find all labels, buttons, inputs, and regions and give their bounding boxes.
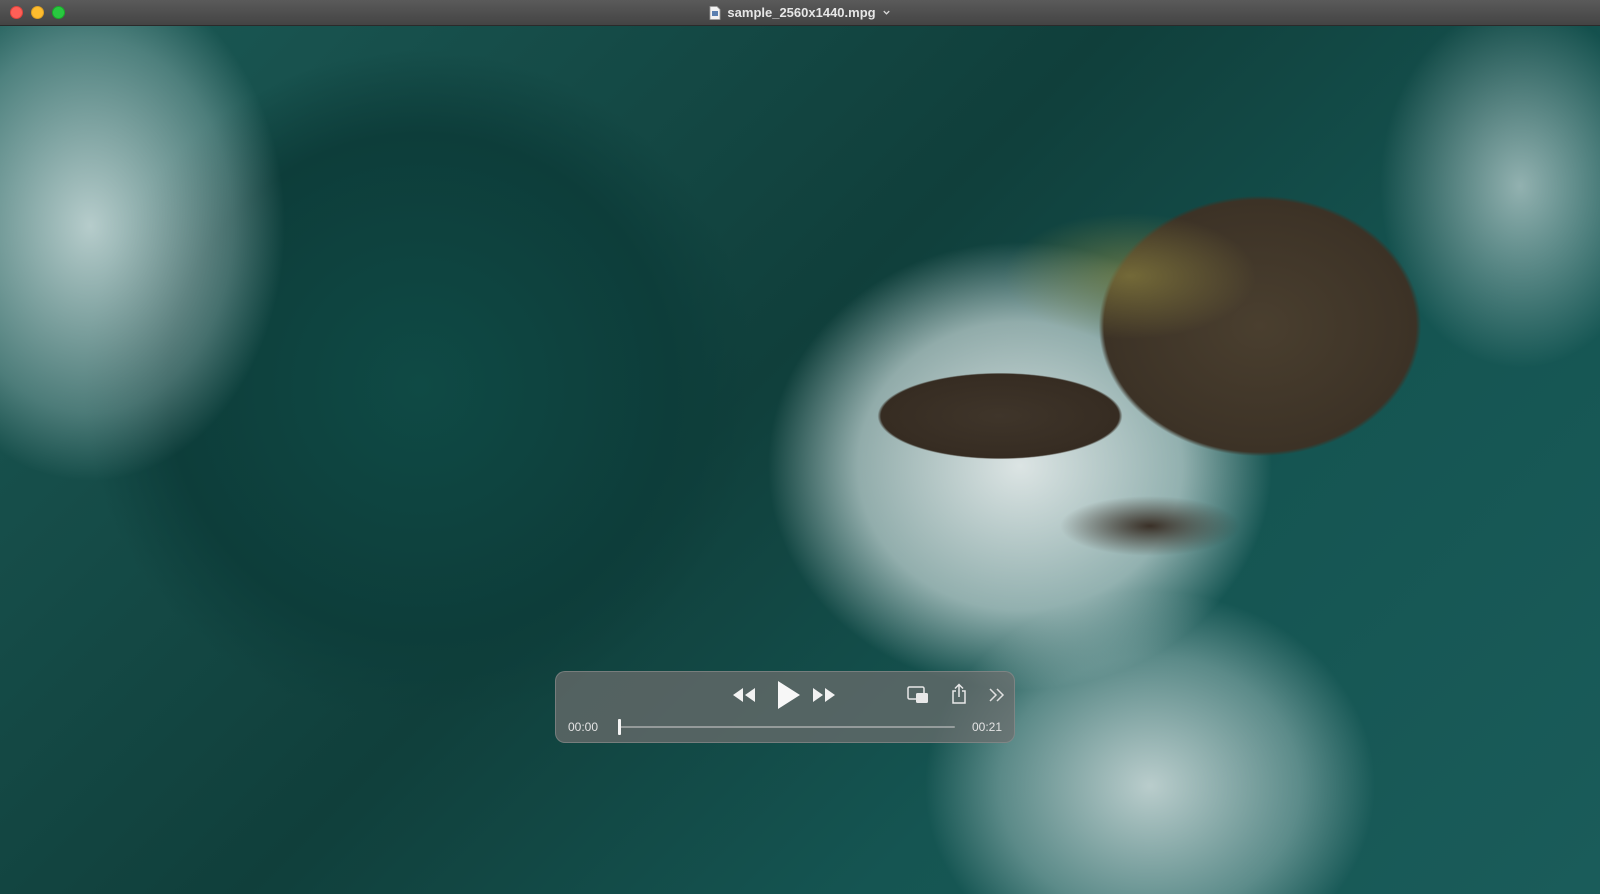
- window-title-menu[interactable]: sample_2560x1440.mpg: [709, 5, 890, 20]
- document-icon: [710, 5, 721, 20]
- duration-time: 00:21: [971, 720, 1002, 734]
- playhead-handle[interactable]: [618, 719, 621, 735]
- quicktime-window: sample_2560x1440.mpg 00:00 00:21: [0, 0, 1600, 894]
- rewind-button[interactable]: [730, 684, 758, 706]
- chevron-down-icon: [882, 10, 890, 15]
- more-options-button[interactable]: [986, 684, 1008, 706]
- zoom-window-button[interactable]: [52, 6, 65, 19]
- share-button[interactable]: [948, 682, 970, 706]
- window-controls: [10, 6, 65, 19]
- play-icon: [778, 681, 800, 709]
- minimize-window-button[interactable]: [31, 6, 44, 19]
- window-title: sample_2560x1440.mpg: [727, 5, 876, 20]
- rewind-icon: [733, 688, 755, 702]
- scrubber-track[interactable]: [618, 719, 955, 735]
- fast-forward-button[interactable]: [810, 684, 838, 706]
- share-icon: [952, 683, 966, 704]
- picture-in-picture-button[interactable]: [906, 684, 930, 706]
- video-frame[interactable]: [0, 26, 1600, 894]
- fast-forward-icon: [813, 688, 835, 702]
- more-chevrons-icon: [989, 688, 1005, 702]
- current-time: 00:00: [568, 720, 599, 734]
- title-bar[interactable]: sample_2560x1440.mpg: [0, 0, 1600, 26]
- picture-in-picture-icon: [907, 686, 928, 703]
- playback-controls[interactable]: 00:00 00:21: [555, 671, 1015, 743]
- close-window-button[interactable]: [10, 6, 23, 19]
- play-button[interactable]: [772, 678, 804, 712]
